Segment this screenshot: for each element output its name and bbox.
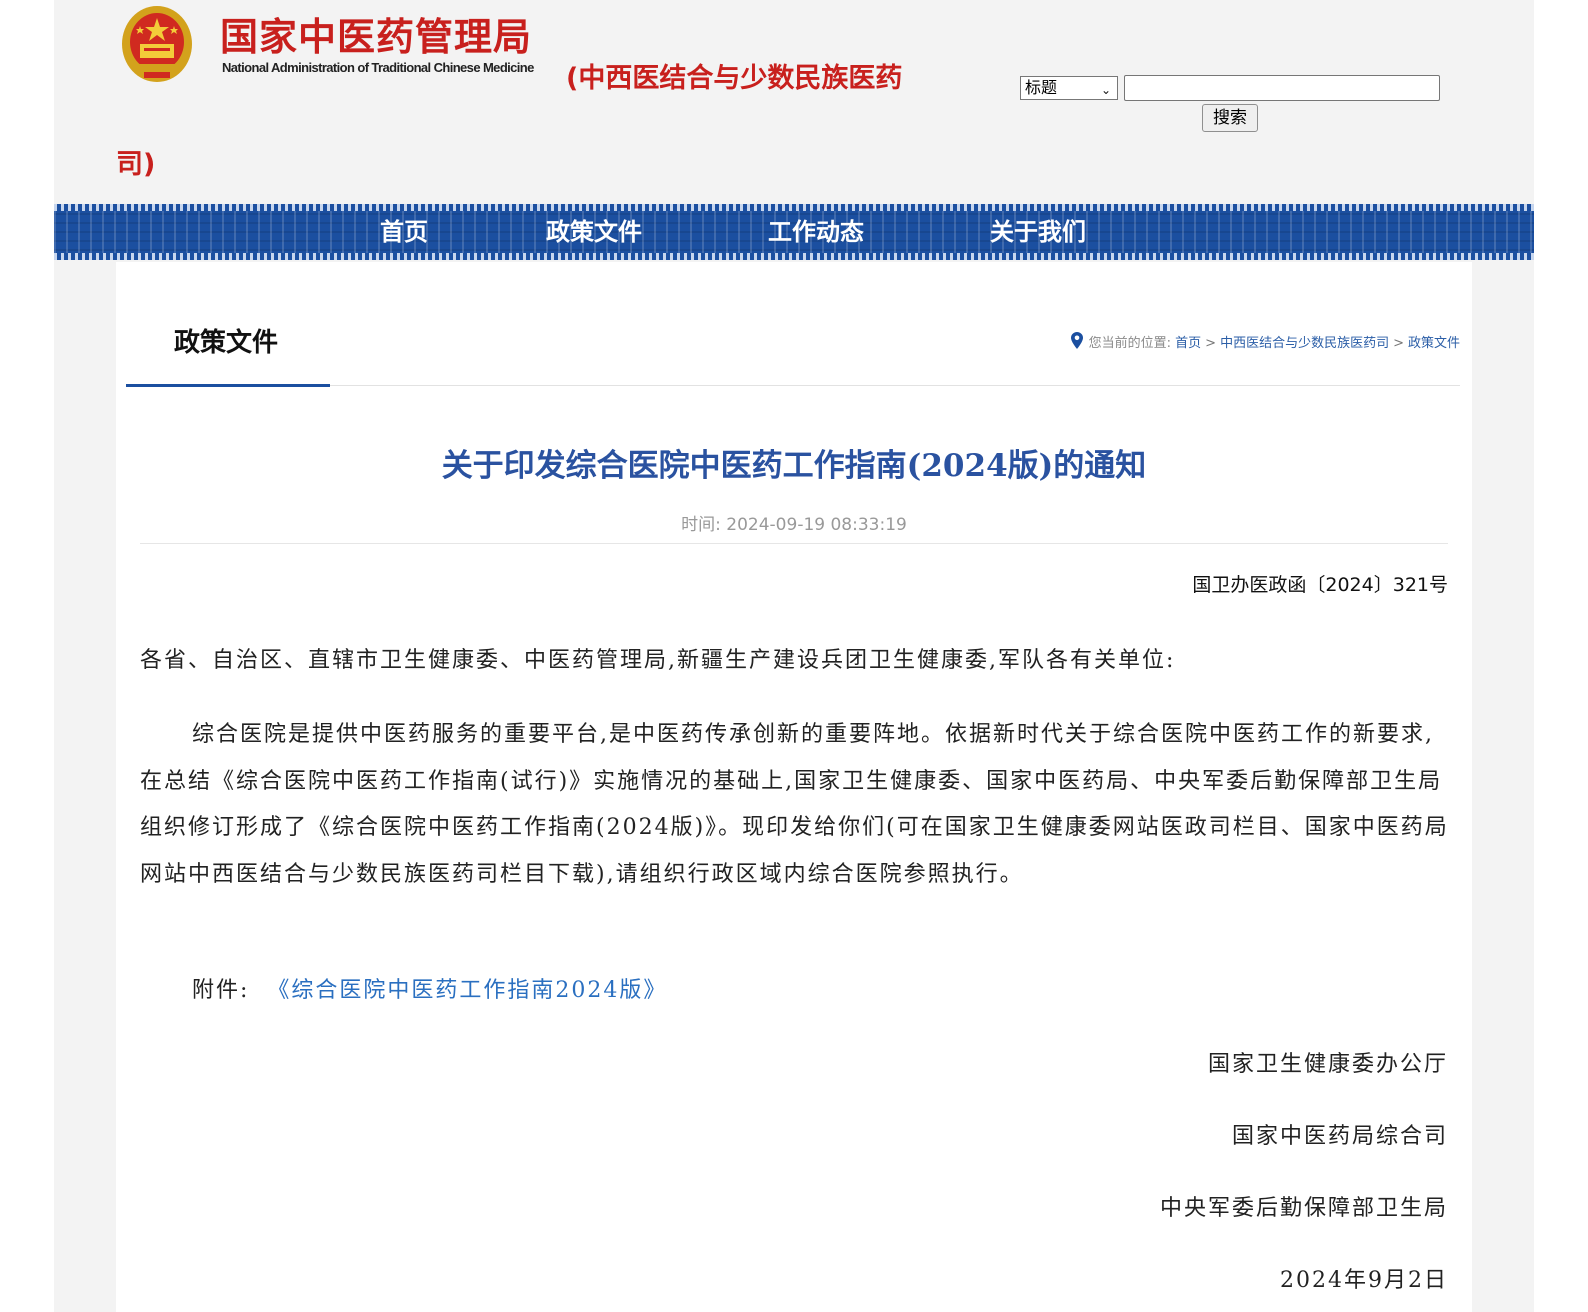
- search-scope-selected: 标题: [1025, 78, 1058, 97]
- nav-item-news[interactable]: 工作动态: [768, 216, 864, 248]
- article-time: 时间: 2024-09-19 08:33:19: [681, 515, 907, 535]
- salutation: 各省、自治区、直辖市卫生健康委、中医药管理局,新疆生产建设兵团卫生健康委,军队各…: [140, 648, 1176, 673]
- search-input[interactable]: [1124, 75, 1440, 101]
- department-name-line2: 司): [116, 149, 156, 180]
- site-name-en: National Administration of Traditional C…: [222, 60, 534, 75]
- breadcrumb-separator: >: [1393, 336, 1404, 351]
- article-divider: [140, 543, 1448, 544]
- issue-date: 2024年9月2日: [1280, 1268, 1448, 1293]
- location-pin-icon: [1070, 332, 1083, 353]
- breadcrumb: 您当前的位置: 首页 > 中西医结合与少数民族医药司 > 政策文件: [1070, 332, 1460, 353]
- signature-1: 国家卫生健康委办公厅: [1207, 1052, 1448, 1077]
- breadcrumb-policy[interactable]: 政策文件: [1408, 336, 1460, 351]
- search-button[interactable]: 搜索: [1202, 104, 1258, 132]
- national-emblem-icon: [120, 4, 194, 84]
- content-card: 政策文件 您当前的位置: 首页 > 中西医结合与少数民族医药司 > 政策文件 关于印发综…: [116, 262, 1472, 1312]
- nav-pattern-top: [54, 204, 1534, 211]
- site-header: 国家中医药管理局 National Administration of Trad…: [54, 0, 1534, 204]
- chevron-down-icon: ⌄: [1100, 83, 1111, 97]
- main-nav: 首页 政策文件 工作动态 关于我们: [54, 204, 1534, 260]
- nav-item-about[interactable]: 关于我们: [990, 216, 1086, 248]
- section-underline: [126, 384, 330, 387]
- article-paragraph: 综合医院是提供中医药服务的重要平台,是中医药传承创新的重要阵地。依据新时代关于综…: [140, 722, 1449, 887]
- section-title: 政策文件: [174, 328, 279, 358]
- attachment-line: 附件: 《综合医院中医药工作指南2024版》: [192, 972, 667, 1004]
- attachment-link[interactable]: 《综合医院中医药工作指南2024版》: [267, 978, 667, 1003]
- breadcrumb-separator: >: [1205, 336, 1217, 351]
- site-name-cn: 国家中医药管理局: [220, 15, 533, 59]
- nav-item-home[interactable]: 首页: [380, 216, 428, 248]
- section-divider: [330, 385, 1460, 386]
- signature-3: 中央军委后勤保障部卫生局: [1159, 1196, 1448, 1221]
- breadcrumb-department[interactable]: 中西医结合与少数民族医药司: [1220, 336, 1389, 351]
- document-number: 国卫办医政函〔2024〕321号: [1192, 574, 1448, 596]
- attachment-label: 附件:: [192, 978, 250, 1003]
- nav-pattern-bottom: [54, 253, 1534, 260]
- department-name-line1: (中西医结合与少数民族医药: [566, 63, 903, 94]
- breadcrumb-label: 您当前的位置:: [1088, 336, 1171, 351]
- signature-2: 国家中医药局综合司: [1231, 1124, 1448, 1149]
- nav-item-policy[interactable]: 政策文件: [546, 216, 642, 248]
- breadcrumb-home[interactable]: 首页: [1175, 336, 1201, 351]
- article-title: 关于印发综合医院中医药工作指南(2024版)的通知: [441, 448, 1147, 484]
- search-scope-select[interactable]: 标题 ⌄: [1020, 76, 1118, 100]
- page: 国家中医药管理局 National Administration of Trad…: [54, 0, 1534, 1312]
